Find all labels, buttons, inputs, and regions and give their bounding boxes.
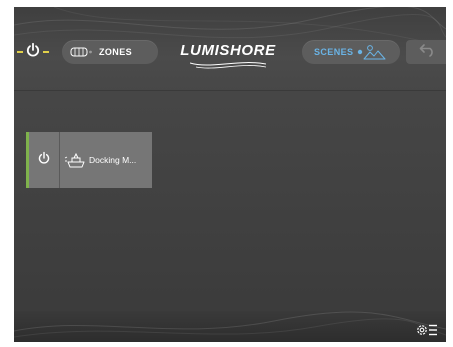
scenes-label: SCENES (314, 47, 354, 57)
zone-light-icon (70, 47, 92, 57)
tile-label: Docking M... (89, 155, 137, 165)
back-arrow-icon (419, 43, 437, 62)
tile-body[interactable]: Docking M... (60, 132, 152, 188)
power-dash-right (43, 51, 49, 53)
back-button[interactable] (406, 40, 446, 64)
bottom-bar (14, 311, 446, 342)
wave-background (14, 311, 446, 338)
tile-power-button[interactable] (29, 132, 60, 188)
top-bar: ZONES LUMISHORE SCENES (14, 7, 446, 91)
lumishore-logo: LUMISHORE (174, 42, 282, 72)
scenes-button[interactable]: SCENES (302, 40, 400, 64)
power-icon (25, 42, 41, 63)
master-power-button[interactable] (14, 41, 52, 63)
zones-label: ZONES (99, 47, 133, 57)
header-divider (14, 90, 446, 91)
settings-menu-icon (415, 322, 439, 343)
power-dash-left (17, 51, 23, 53)
power-icon (37, 151, 51, 170)
mountain-scene-icon (357, 44, 387, 60)
app-screen: ZONES LUMISHORE SCENES Docking M... (14, 7, 446, 342)
boat-icon (64, 152, 86, 168)
zones-button[interactable]: ZONES (62, 40, 158, 64)
settings-menu-button[interactable] (412, 323, 442, 341)
logo-swoosh (190, 62, 266, 69)
logo-text: LUMISHORE (180, 42, 276, 59)
zone-tile-docking[interactable]: Docking M... (26, 132, 152, 188)
